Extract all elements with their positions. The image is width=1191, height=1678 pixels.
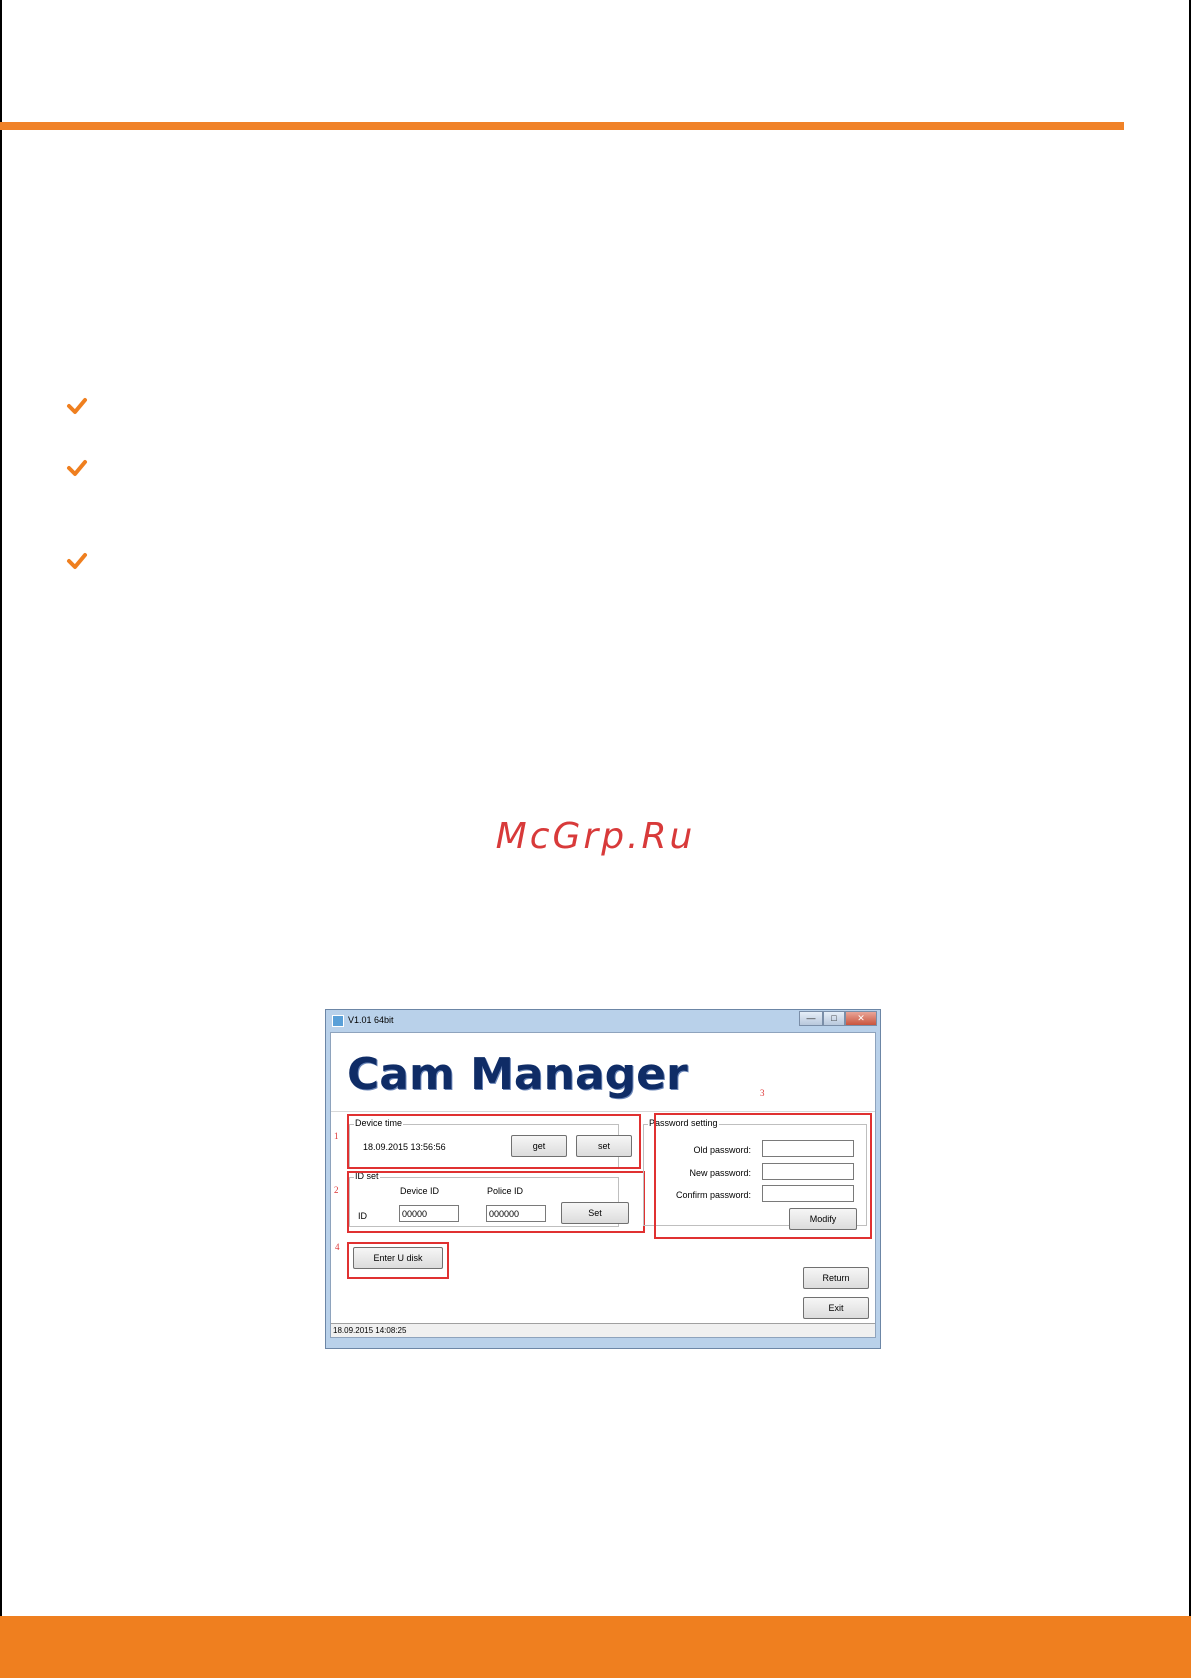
annotation-box-1 (347, 1114, 641, 1169)
check-icon (66, 395, 88, 417)
page-border-left (0, 0, 2, 1616)
window-client-area: Cam Manager 1 2 3 4 Device time 18.09.20… (330, 1032, 876, 1338)
header-rule (0, 122, 1124, 130)
footer-bar (0, 1616, 1191, 1678)
annotation-1: 1 (334, 1131, 339, 1141)
annotation-box-4 (347, 1242, 449, 1279)
annotation-3: 3 (760, 1088, 765, 1098)
app-icon (332, 1015, 344, 1027)
annotation-4: 4 (335, 1242, 340, 1252)
check-icon (66, 457, 88, 479)
annotation-2: 2 (334, 1185, 339, 1195)
status-bar: 18.09.2015 14:08:25 (331, 1323, 875, 1337)
window-title: V1.01 64bit (348, 1015, 394, 1025)
return-button[interactable]: Return (803, 1267, 869, 1289)
exit-button[interactable]: Exit (803, 1297, 869, 1319)
window-titlebar[interactable]: V1.01 64bit — □ ✕ (326, 1010, 880, 1032)
banner-divider (331, 1111, 875, 1112)
cam-manager-window: V1.01 64bit — □ ✕ Cam Manager 1 2 3 4 De… (325, 1009, 881, 1349)
maximize-button[interactable]: □ (823, 1011, 845, 1026)
close-button[interactable]: ✕ (845, 1011, 877, 1026)
banner-title: Cam Manager (347, 1049, 688, 1100)
annotation-box-2 (347, 1171, 645, 1233)
check-icon (66, 550, 88, 572)
annotation-box-3 (654, 1113, 872, 1239)
watermark: McGrp.Ru (495, 816, 696, 857)
minimize-button[interactable]: — (799, 1011, 823, 1026)
